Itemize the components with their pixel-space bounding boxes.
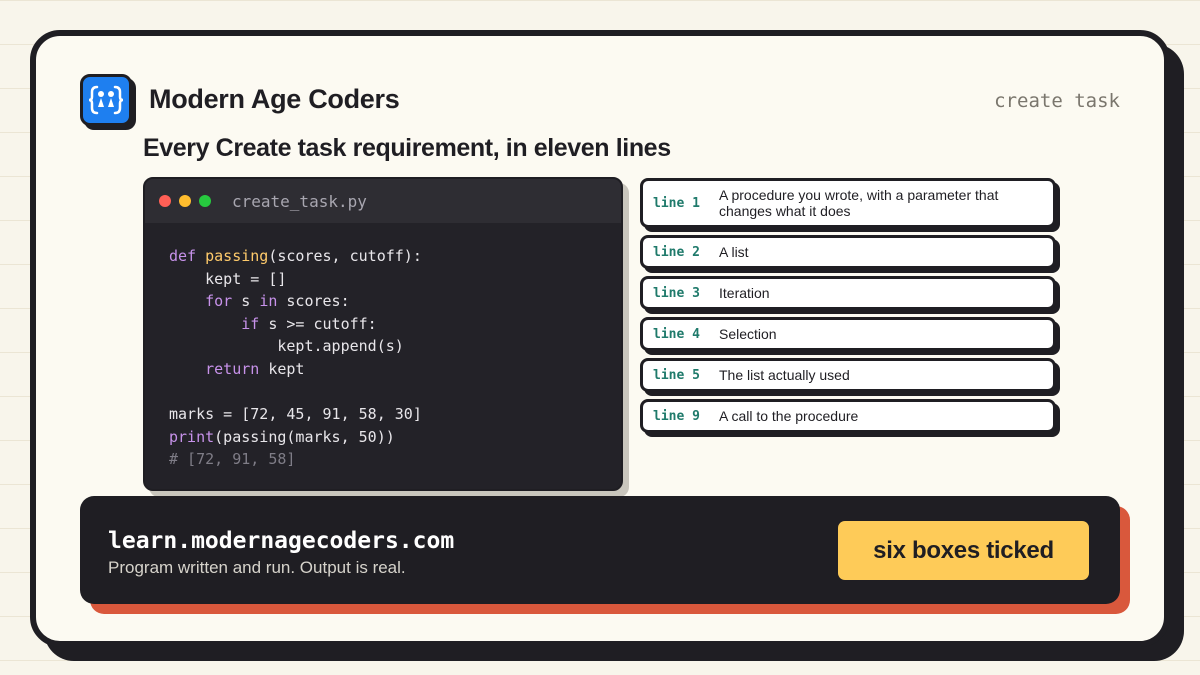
requirement-line-number: line 5 bbox=[653, 367, 700, 383]
requirement-line-number: line 4 bbox=[653, 326, 700, 342]
code-token: (scores, cutoff): bbox=[268, 247, 422, 265]
requirement-text: The list actually used bbox=[719, 367, 850, 383]
requirement-line-number: line 2 bbox=[653, 244, 700, 260]
code-token: print bbox=[169, 427, 215, 446]
code-line: return kept bbox=[169, 358, 621, 381]
maximize-dot bbox=[199, 195, 211, 207]
status-badge: six boxes ticked bbox=[838, 521, 1089, 580]
requirement-item: line 3 Iteration bbox=[640, 276, 1056, 310]
requirement-item: line 1 A procedure you wrote, with a para… bbox=[640, 178, 1056, 228]
curly-braces-people-icon bbox=[88, 85, 124, 115]
brand-name: Modern Age Coders bbox=[149, 84, 400, 114]
file-name: create_task.py bbox=[232, 191, 367, 211]
close-dot bbox=[159, 195, 171, 207]
requirement-item: line 2 A list bbox=[640, 235, 1056, 269]
brand-logo bbox=[80, 74, 132, 126]
footer-banner: learn.modernagecoders.com Program writte… bbox=[80, 496, 1120, 604]
footer-tagline: Program written and run. Output is real. bbox=[108, 558, 406, 577]
code-line: def passing(scores, cutoff): bbox=[169, 245, 621, 268]
code-token: scores: bbox=[277, 292, 350, 311]
code-line: print(passing(marks, 50)) bbox=[169, 426, 621, 449]
requirement-text: Selection bbox=[719, 326, 777, 342]
code-line: marks = [72, 45, 91, 58, 30] bbox=[169, 403, 621, 426]
code-token: # [72, 91, 58] bbox=[169, 450, 296, 469]
code-token: return bbox=[205, 359, 260, 378]
code-token: if bbox=[241, 314, 260, 333]
requirement-text: A procedure you wrote, with a parameter … bbox=[719, 187, 999, 219]
code-token: for bbox=[205, 292, 233, 311]
code-token: s >= cutoff: bbox=[259, 314, 377, 333]
requirement-text: A call to the procedure bbox=[719, 408, 859, 424]
code-block: def passing(scores, cutoff): kept = [] f… bbox=[145, 223, 621, 471]
code-token: kept.append(s) bbox=[169, 337, 404, 356]
minimize-dot bbox=[179, 195, 191, 207]
code-token: (passing(marks, 50)) bbox=[214, 427, 395, 446]
code-editor-window: create_task.py def passing(scores, cutof… bbox=[143, 177, 623, 491]
requirement-text: A list bbox=[719, 244, 749, 260]
requirement-line-number: line 1 bbox=[653, 195, 700, 211]
requirements-list: line 1 A procedure you wrote, with a para… bbox=[640, 178, 1060, 440]
requirement-item: line 4 Selection bbox=[640, 317, 1056, 351]
requirement-item: line 5 The list actually used bbox=[640, 358, 1056, 392]
code-token: kept bbox=[259, 359, 305, 378]
requirement-text: Iteration bbox=[719, 285, 770, 301]
requirement-item: line 9 A call to the procedure bbox=[640, 399, 1056, 433]
code-token: marks = [72, 45, 91, 58, 30] bbox=[169, 405, 422, 424]
editor-title-bar: create_task.py bbox=[145, 179, 621, 223]
page-title: Every Create task requirement, in eleven… bbox=[143, 134, 671, 162]
requirement-line-number: line 3 bbox=[653, 285, 700, 301]
requirement-line-number: line 9 bbox=[653, 408, 700, 424]
code-line: kept.append(s) bbox=[169, 335, 621, 358]
code-token: def bbox=[169, 247, 206, 265]
code-token: s bbox=[232, 292, 260, 311]
code-line: for s in scores: bbox=[169, 290, 621, 313]
code-line: kept = [] bbox=[169, 268, 621, 291]
topic-tag: create task bbox=[994, 90, 1120, 112]
code-token: kept = [] bbox=[169, 269, 287, 288]
code-line: # [72, 91, 58] bbox=[169, 448, 621, 471]
code-token: passing bbox=[205, 247, 269, 265]
code-line: if s >= cutoff: bbox=[169, 313, 621, 336]
code-token: in bbox=[259, 292, 278, 311]
site-url[interactable]: learn.modernagecoders.com bbox=[108, 528, 454, 554]
